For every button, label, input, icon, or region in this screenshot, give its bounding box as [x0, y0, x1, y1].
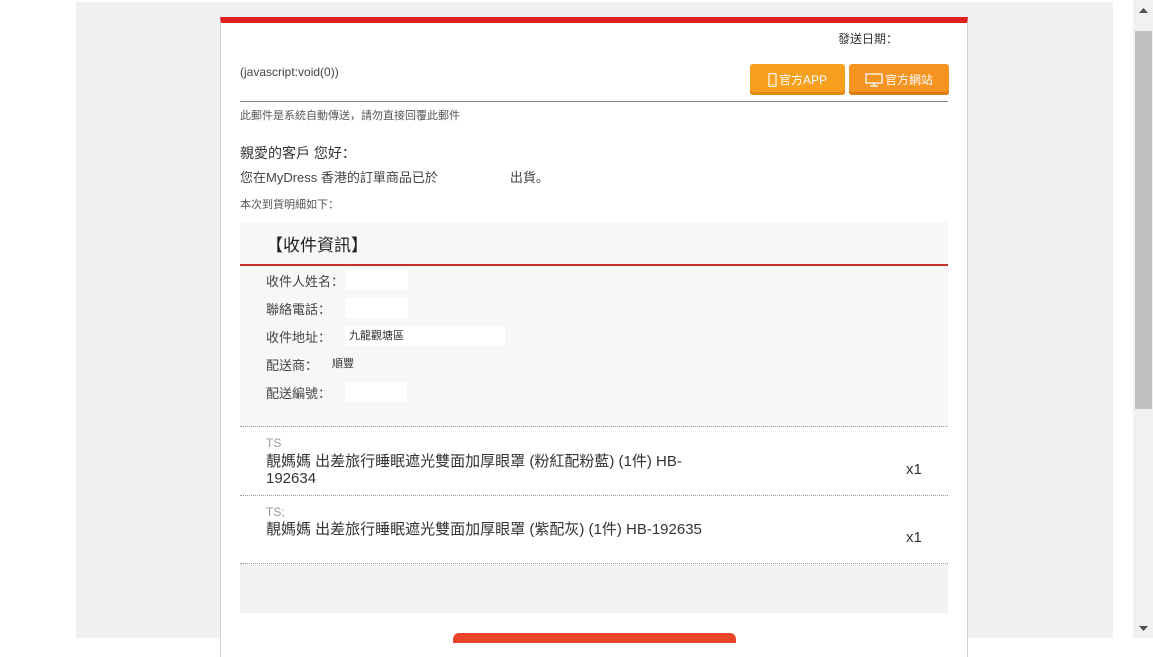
shipped-message: 您在MyDress 香港的訂單商品已於 出貨。 [240, 167, 549, 186]
recipient-phone-value [345, 298, 409, 318]
shipped-prefix: 您在MyDress 香港的訂單商品已於 [240, 170, 438, 185]
action-button[interactable] [453, 633, 736, 643]
item-name: 靚媽媽 出差旅行睡眠遮光雙面加厚眼罩 (紫配灰) (1件) HB-192635 [266, 521, 702, 538]
recipient-phone-label: 聯絡電話： [266, 301, 332, 317]
scrollbar-thumb[interactable] [1135, 31, 1152, 409]
send-date-label: 發送日期： [838, 32, 899, 46]
header-divider [240, 101, 948, 102]
official-website-button[interactable]: 官方網站 [849, 64, 949, 95]
arrow-up-icon[interactable] [1133, 2, 1153, 18]
auto-send-notice: 此郵件是系統自動傳送，請勿直接回覆此郵件 [240, 110, 460, 122]
detail-note: 本次到貨明細如下： [240, 199, 339, 211]
shipped-suffix: 出貨。 [509, 170, 549, 185]
item-sku: TS; [266, 505, 285, 519]
javascript-link[interactable]: (javascript:void(0)) [240, 65, 339, 79]
courier-value: 順豐 [332, 358, 355, 370]
item-quantity: x1 [906, 529, 922, 546]
courier-row: 配送商： 順豐 [266, 354, 358, 374]
greeting: 親愛的客戶 您好： [240, 145, 356, 161]
summary-panel [240, 564, 948, 613]
courier-label: 配送商： [266, 357, 319, 373]
recipient-name-row: 收件人姓名： [266, 270, 409, 290]
mobile-phone-icon [768, 72, 777, 87]
item-divider [240, 495, 948, 496]
recipient-info-underline [240, 264, 948, 266]
recipient-address-value: 九龍觀塘區 [345, 326, 506, 346]
recipient-address-label: 收件地址： [266, 329, 332, 345]
item-sku: TS [266, 436, 282, 450]
official-website-label: 官方網站 [884, 73, 933, 87]
tracking-number-value [345, 382, 408, 402]
tracking-number-row: 配送編號： [266, 382, 408, 402]
item-divider [240, 426, 948, 427]
tracking-number-label: 配送編號： [266, 385, 332, 401]
recipient-phone-row: 聯絡電話： [266, 298, 409, 318]
recipient-address-row: 收件地址： 九龍觀塘區 [266, 326, 506, 346]
arrow-down-icon[interactable] [1133, 620, 1153, 636]
recipient-name-value [346, 270, 409, 290]
official-app-button[interactable]: 官方APP [750, 64, 845, 95]
item-quantity: x1 [906, 461, 922, 478]
monitor-icon [865, 72, 883, 87]
recipient-info-title: 【收件資訊】 [266, 236, 368, 255]
item-name: 靚媽媽 出差旅行睡眠遮光雙面加厚眼罩 (粉紅配粉藍) (1件) HB-19263… [266, 453, 682, 487]
official-app-label: 官方APP [778, 73, 827, 87]
recipient-name-label: 收件人姓名： [266, 273, 345, 289]
